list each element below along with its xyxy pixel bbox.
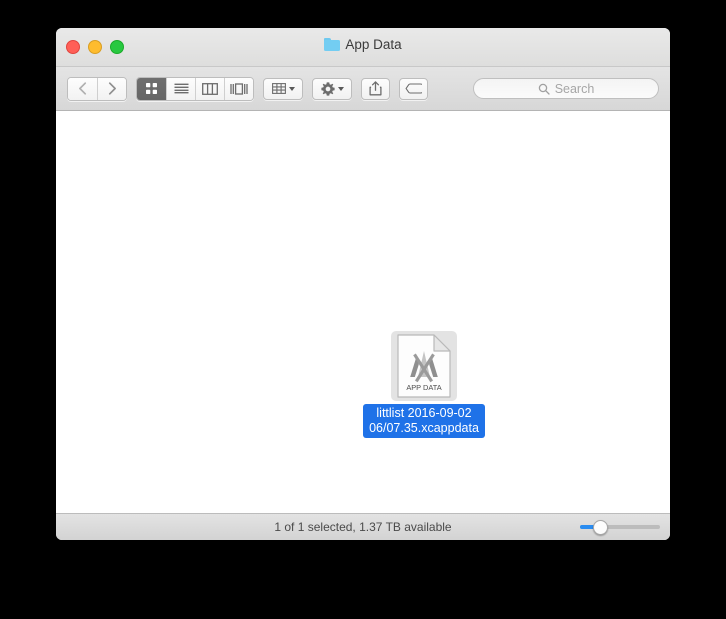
file-name-label[interactable]: littlist 2016-09-02 06/07.35.xcappdata (363, 404, 485, 438)
icon-size-slider[interactable] (580, 519, 660, 535)
tag-button[interactable] (399, 77, 428, 100)
arrange-icon (271, 83, 286, 94)
columns-icon (202, 82, 218, 95)
share-icon (369, 81, 382, 96)
slider-knob[interactable] (592, 519, 608, 535)
traffic-lights (66, 40, 124, 54)
search-input[interactable]: Search (473, 78, 659, 99)
icon-view-button[interactable] (137, 77, 166, 100)
column-view-button[interactable] (195, 77, 224, 100)
search-placeholder: Search (554, 81, 595, 96)
chevron-right-icon (108, 82, 116, 95)
search-icon (538, 83, 550, 95)
finder-window: App Data Search APP DATA littlist 2016-0… (56, 28, 670, 540)
back-button[interactable] (68, 77, 97, 100)
xcappdata-file-icon: APP DATA (397, 334, 451, 398)
window-title-text: App Data (345, 37, 402, 52)
tag-icon (405, 83, 422, 94)
list-view-button[interactable] (166, 77, 195, 100)
chevron-down-icon (337, 86, 344, 91)
file-icon-selection-background: APP DATA (391, 331, 457, 401)
maximize-button[interactable] (110, 40, 124, 54)
status-text: 1 of 1 selected, 1.37 TB available (274, 520, 452, 534)
close-button[interactable] (66, 40, 80, 54)
arrange-button[interactable] (263, 77, 303, 100)
share-button[interactable] (361, 77, 390, 100)
window-title: App Data (56, 37, 670, 52)
gear-icon (320, 81, 335, 96)
navigation-buttons (67, 76, 127, 101)
folder-icon (324, 38, 341, 51)
forward-button[interactable] (97, 77, 126, 100)
gallery-icon (230, 82, 248, 95)
file-icon-caption: APP DATA (406, 383, 441, 392)
grid-icon (146, 83, 157, 94)
chevron-down-icon (288, 86, 295, 91)
chevron-left-icon (79, 82, 87, 95)
minimize-button[interactable] (88, 40, 102, 54)
toolbar: Search (56, 67, 670, 111)
view-mode-buttons (136, 76, 254, 101)
file-item[interactable]: APP DATA littlist 2016-09-02 06/07.35.xc… (363, 331, 485, 438)
action-button[interactable] (312, 77, 352, 100)
list-icon (174, 83, 188, 94)
gallery-view-button[interactable] (224, 77, 253, 100)
titlebar: App Data (56, 28, 670, 67)
file-list-area[interactable]: APP DATA littlist 2016-09-02 06/07.35.xc… (56, 111, 670, 513)
statusbar: 1 of 1 selected, 1.37 TB available (56, 513, 670, 540)
